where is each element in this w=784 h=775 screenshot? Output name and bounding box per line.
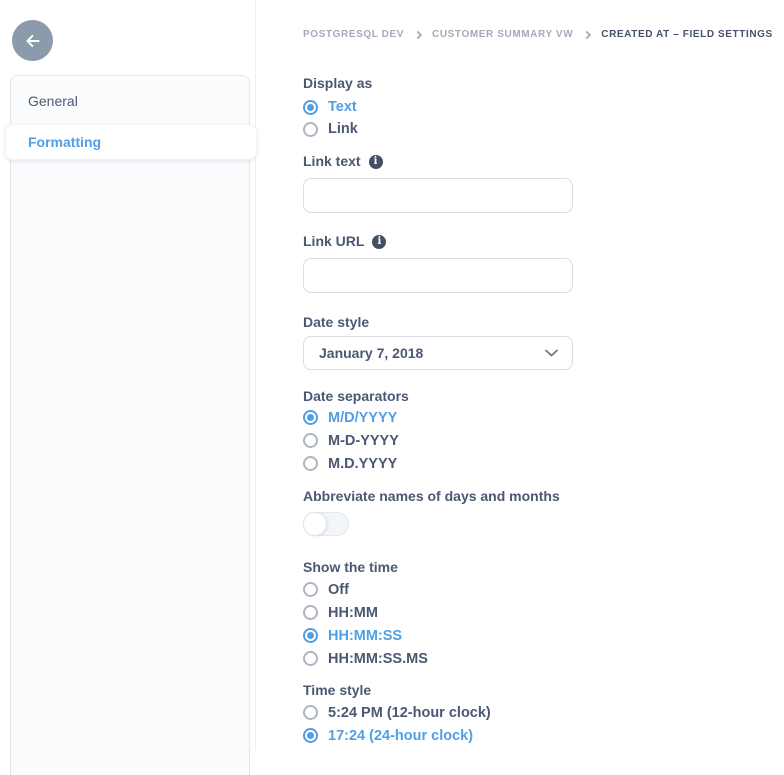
date-separators-label: Date separators — [303, 388, 409, 404]
radio-option-hhmm[interactable]: HH:MM — [303, 601, 573, 624]
link-url-label: Link URL i — [303, 233, 573, 250]
breadcrumb-item-current: CREATED AT – FIELD SETTINGS — [601, 29, 773, 40]
radio-button[interactable] — [303, 651, 318, 666]
radio-button[interactable] — [303, 99, 318, 115]
radio-option-label: M/D/YYYY — [328, 409, 398, 426]
radio-button[interactable] — [303, 628, 318, 643]
radio-option-label: M-D-YYYY — [328, 432, 399, 449]
radio-button[interactable] — [303, 705, 318, 720]
date-style-selected-value: January 7, 2018 — [319, 345, 424, 361]
radio-option-hhmmss[interactable]: HH:MM:SS — [303, 624, 573, 647]
show-time-label: Show the time — [303, 559, 398, 575]
sidebar-item-label: General — [28, 92, 78, 109]
radio-option-12-hour[interactable]: 5:24 PM (12-hour clock) — [303, 701, 573, 724]
radio-option-off[interactable]: Off — [303, 578, 573, 601]
radio-option-hhmmssms[interactable]: HH:MM:SS.MS — [303, 647, 573, 670]
sidebar-item-general[interactable]: General — [11, 76, 249, 125]
info-icon[interactable]: i — [372, 234, 387, 249]
chevron-down-icon — [545, 349, 558, 357]
link-url-section: Link URL i — [303, 233, 573, 293]
breadcrumb-item-table[interactable]: CUSTOMER SUMMARY VW — [432, 29, 573, 40]
radio-option-label: Off — [328, 581, 349, 598]
radio-option-label: HH:MM:SS.MS — [328, 650, 428, 667]
radio-button[interactable] — [303, 728, 318, 743]
abbreviate-section: Abbreviate names of days and months — [303, 488, 573, 536]
link-url-input[interactable] — [303, 258, 573, 293]
radio-option-label: 17:24 (24-hour clock) — [328, 727, 474, 744]
radio-option-link[interactable]: Link — [303, 118, 573, 140]
date-style-section: Date style January 7, 2018 — [303, 314, 573, 370]
chevron-right-icon — [413, 30, 423, 39]
radio-option-label: Link — [328, 121, 358, 137]
link-text-section: Link text i — [303, 153, 573, 213]
radio-option-label: M.D.YYYY — [328, 455, 398, 472]
show-time-section: Show the time Off HH:MM HH:MM:SS HH:MM:S… — [303, 559, 573, 670]
radio-button[interactable] — [303, 410, 318, 425]
breadcrumb: POSTGRESQL DEV CUSTOMER SUMMARY VW CREAT… — [303, 29, 773, 40]
sidebar-content-divider — [255, 0, 256, 750]
radio-button[interactable] — [303, 433, 318, 448]
radio-option-label: HH:MM:SS — [328, 627, 403, 644]
radio-button[interactable] — [303, 605, 318, 620]
chevron-right-icon — [583, 30, 592, 39]
radio-button[interactable] — [303, 121, 318, 137]
sidebar-item-formatting[interactable]: Formatting — [5, 124, 257, 160]
toggle-knob — [303, 512, 327, 536]
date-style-label: Date style — [303, 314, 370, 330]
sidebar: General — [10, 75, 250, 775]
time-style-label: Time style — [303, 682, 372, 698]
time-style-section: Time style 5:24 PM (12-hour clock) 17:24… — [303, 682, 573, 747]
radio-option-dot[interactable]: M.D.YYYY — [303, 452, 573, 475]
arrow-left-icon — [24, 32, 42, 50]
link-text-label: Link text i — [303, 153, 573, 170]
radio-option-slash[interactable]: M/D/YYYY — [303, 406, 573, 429]
display-as-label: Display as — [303, 75, 373, 91]
field-label: Link text — [303, 153, 361, 169]
abbreviate-label: Abbreviate names of days and months — [303, 488, 560, 504]
radio-option-text[interactable]: Text — [303, 96, 573, 118]
info-icon[interactable]: i — [368, 154, 383, 169]
radio-option-24-hour[interactable]: 17:24 (24-hour clock) — [303, 724, 573, 747]
display-as-section: Display as Text Link — [303, 75, 573, 140]
abbreviate-toggle[interactable] — [303, 512, 349, 536]
sidebar-item-label: Formatting — [28, 134, 102, 150]
date-separators-section: Date separators M/D/YYYY M-D-YYYY M.D.YY… — [303, 388, 573, 475]
radio-option-label: Text — [328, 99, 357, 115]
date-style-select[interactable]: January 7, 2018 — [303, 336, 573, 370]
radio-button[interactable] — [303, 582, 318, 597]
back-button[interactable] — [12, 20, 53, 61]
radio-option-dash[interactable]: M-D-YYYY — [303, 429, 573, 452]
breadcrumb-item-database[interactable]: POSTGRESQL DEV — [303, 29, 404, 40]
field-label: Link URL — [303, 233, 365, 249]
radio-option-label: 5:24 PM (12-hour clock) — [328, 704, 491, 721]
link-text-input[interactable] — [303, 178, 573, 213]
radio-button[interactable] — [303, 456, 318, 471]
radio-option-label: HH:MM — [328, 604, 378, 621]
